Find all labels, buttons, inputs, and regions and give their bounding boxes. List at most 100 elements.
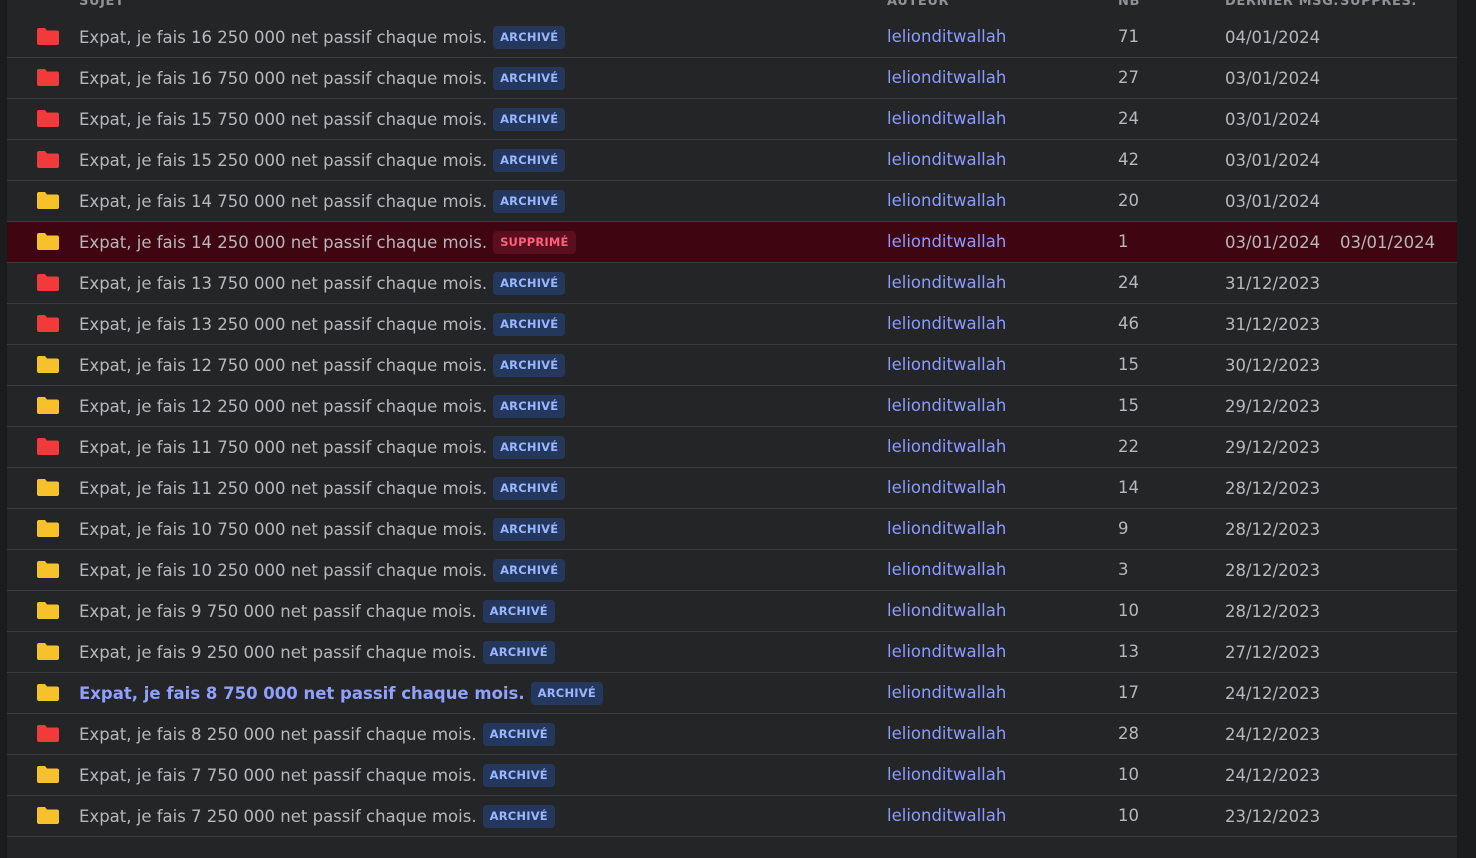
author-link[interactable]: lelionditwallah <box>887 673 1006 713</box>
table-row[interactable]: Expat, je fais 9 250 000 net passif chaq… <box>7 632 1457 673</box>
topic-title-link[interactable]: Expat, je fais 13 750 000 net passif cha… <box>79 274 487 293</box>
topic-title-link[interactable]: Expat, je fais 9 250 000 net passif chaq… <box>79 643 477 662</box>
author-link[interactable]: lelionditwallah <box>887 263 1006 303</box>
topic-subject-cell: Expat, je fais 14 250 000 net passif cha… <box>79 222 576 262</box>
header-last-message[interactable]: DERNIER MSG. <box>1225 0 1339 9</box>
table-row[interactable]: Expat, je fais 13 750 000 net passif cha… <box>7 263 1457 304</box>
folder-icon <box>37 315 59 332</box>
status-badge: ARCHIVÉ <box>493 25 566 49</box>
table-row[interactable]: Expat, je fais 13 250 000 net passif cha… <box>7 304 1457 345</box>
author-link[interactable]: lelionditwallah <box>887 17 1006 57</box>
message-count: 9 <box>1118 519 1129 538</box>
topic-subject-cell: Expat, je fais 9 250 000 net passif chaq… <box>79 632 555 672</box>
last-message-date: 27/12/2023 <box>1225 643 1321 662</box>
table-row[interactable]: Expat, je fais 16 750 000 net passif cha… <box>7 58 1457 99</box>
table-row[interactable]: Expat, je fais 14 750 000 net passif cha… <box>7 181 1457 222</box>
last-message-date: 24/12/2023 <box>1225 684 1321 703</box>
message-count: 27 <box>1118 68 1139 87</box>
table-row[interactable]: Expat, je fais 10 250 000 net passif cha… <box>7 550 1457 591</box>
author-link[interactable]: lelionditwallah <box>887 58 1006 98</box>
last-message-date: 24/12/2023 <box>1225 766 1321 785</box>
last-message-date: 31/12/2023 <box>1225 315 1321 334</box>
table-row[interactable]: Expat, je fais 7 250 000 net passif chaq… <box>7 796 1457 837</box>
topic-subject-cell: Expat, je fais 8 250 000 net passif chaq… <box>79 714 555 754</box>
author-link[interactable]: lelionditwallah <box>887 140 1006 180</box>
header-count[interactable]: NB <box>1118 0 1140 9</box>
topic-title-link[interactable]: Expat, je fais 11 250 000 net passif cha… <box>79 479 487 498</box>
author-link[interactable]: lelionditwallah <box>887 632 1006 672</box>
table-row[interactable]: Expat, je fais 8 250 000 net passif chaq… <box>7 714 1457 755</box>
author-link[interactable]: lelionditwallah <box>887 386 1006 426</box>
topic-subject-cell: Expat, je fais 12 750 000 net passif cha… <box>79 345 566 385</box>
status-badge: ARCHIVÉ <box>493 517 566 541</box>
author-link[interactable]: lelionditwallah <box>887 796 1006 836</box>
author-link[interactable]: lelionditwallah <box>887 509 1006 549</box>
table-row[interactable]: Expat, je fais 11 750 000 net passif cha… <box>7 427 1457 468</box>
header-deleted[interactable]: SUPPRES. <box>1340 0 1417 9</box>
table-row[interactable]: Expat, je fais 8 750 000 net passif chaq… <box>7 673 1457 714</box>
message-count: 1 <box>1118 232 1129 251</box>
folder-icon <box>37 602 59 619</box>
folder-icon <box>37 561 59 578</box>
topic-subject-cell: Expat, je fais 16 750 000 net passif cha… <box>79 58 566 98</box>
author-link[interactable]: lelionditwallah <box>887 714 1006 754</box>
topic-title-link[interactable]: Expat, je fais 15 250 000 net passif cha… <box>79 151 487 170</box>
topic-title-link[interactable]: Expat, je fais 8 250 000 net passif chaq… <box>79 725 477 744</box>
folder-icon <box>37 151 59 168</box>
topic-title-link[interactable]: Expat, je fais 14 750 000 net passif cha… <box>79 192 487 211</box>
author-link[interactable]: lelionditwallah <box>887 591 1006 631</box>
topic-title-link[interactable]: Expat, je fais 12 250 000 net passif cha… <box>79 397 487 416</box>
last-message-date: 28/12/2023 <box>1225 561 1321 580</box>
message-count: 15 <box>1118 396 1139 415</box>
topic-title-link[interactable]: Expat, je fais 7 750 000 net passif chaq… <box>79 766 477 785</box>
author-link[interactable]: lelionditwallah <box>887 99 1006 139</box>
message-count: 10 <box>1118 806 1139 825</box>
topic-title-link[interactable]: Expat, je fais 8 750 000 net passif chaq… <box>79 684 525 703</box>
topic-title-link[interactable]: Expat, je fais 10 250 000 net passif cha… <box>79 561 487 580</box>
last-message-date: 03/01/2024 <box>1225 69 1321 88</box>
author-link[interactable]: lelionditwallah <box>887 427 1006 467</box>
topic-subject-cell: Expat, je fais 10 250 000 net passif cha… <box>79 550 566 590</box>
topic-title-link[interactable]: Expat, je fais 11 750 000 net passif cha… <box>79 438 487 457</box>
table-row[interactable]: Expat, je fais 12 750 000 net passif cha… <box>7 345 1457 386</box>
table-row[interactable]: Expat, je fais 15 750 000 net passif cha… <box>7 99 1457 140</box>
folder-icon <box>37 725 59 742</box>
topic-title-link[interactable]: Expat, je fais 12 750 000 net passif cha… <box>79 356 487 375</box>
message-count: 17 <box>1118 683 1139 702</box>
table-row[interactable]: Expat, je fais 10 750 000 net passif cha… <box>7 509 1457 550</box>
topic-subject-cell: Expat, je fais 16 250 000 net passif cha… <box>79 17 566 57</box>
author-link[interactable]: lelionditwallah <box>887 345 1006 385</box>
table-row[interactable]: Expat, je fais 9 750 000 net passif chaq… <box>7 591 1457 632</box>
author-link[interactable]: lelionditwallah <box>887 304 1006 344</box>
topic-subject-cell: Expat, je fais 15 750 000 net passif cha… <box>79 99 566 139</box>
message-count: 71 <box>1118 27 1139 46</box>
topic-title-link[interactable]: Expat, je fais 7 250 000 net passif chaq… <box>79 807 477 826</box>
topic-title-link[interactable]: Expat, je fais 15 750 000 net passif cha… <box>79 110 487 129</box>
topic-title-link[interactable]: Expat, je fais 10 750 000 net passif cha… <box>79 520 487 539</box>
header-subject[interactable]: SUJET <box>79 0 125 9</box>
table-row[interactable]: Expat, je fais 12 250 000 net passif cha… <box>7 386 1457 427</box>
last-message-date: 30/12/2023 <box>1225 356 1321 375</box>
table-row[interactable]: Expat, je fais 14 250 000 net passif cha… <box>7 222 1457 263</box>
topic-subject-cell: Expat, je fais 13 750 000 net passif cha… <box>79 263 566 303</box>
author-link[interactable]: lelionditwallah <box>887 468 1006 508</box>
topic-subject-cell: Expat, je fais 15 250 000 net passif cha… <box>79 140 566 180</box>
topic-title-link[interactable]: Expat, je fais 13 250 000 net passif cha… <box>79 315 487 334</box>
table-row[interactable]: Expat, je fais 15 250 000 net passif cha… <box>7 140 1457 181</box>
author-link[interactable]: lelionditwallah <box>887 550 1006 590</box>
table-row[interactable]: Expat, je fais 16 250 000 net passif cha… <box>7 17 1457 58</box>
table-row[interactable]: Expat, je fais 7 750 000 net passif chaq… <box>7 755 1457 796</box>
header-author[interactable]: AUTEUR <box>887 0 949 9</box>
status-badge: ARCHIVÉ <box>493 435 566 459</box>
topic-title-link[interactable]: Expat, je fais 9 750 000 net passif chaq… <box>79 602 477 621</box>
author-link[interactable]: lelionditwallah <box>887 181 1006 221</box>
topic-title-link[interactable]: Expat, je fais 16 750 000 net passif cha… <box>79 69 487 88</box>
table-row[interactable]: Expat, je fais 11 250 000 net passif cha… <box>7 468 1457 509</box>
last-message-date: 03/01/2024 <box>1225 192 1321 211</box>
topic-title-link[interactable]: Expat, je fais 16 250 000 net passif cha… <box>79 28 487 47</box>
author-link[interactable]: lelionditwallah <box>887 755 1006 795</box>
message-count: 46 <box>1118 314 1139 333</box>
author-link[interactable]: lelionditwallah <box>887 222 1006 262</box>
topic-title-link[interactable]: Expat, je fais 14 250 000 net passif cha… <box>79 233 487 252</box>
last-message-date: 24/12/2023 <box>1225 725 1321 744</box>
